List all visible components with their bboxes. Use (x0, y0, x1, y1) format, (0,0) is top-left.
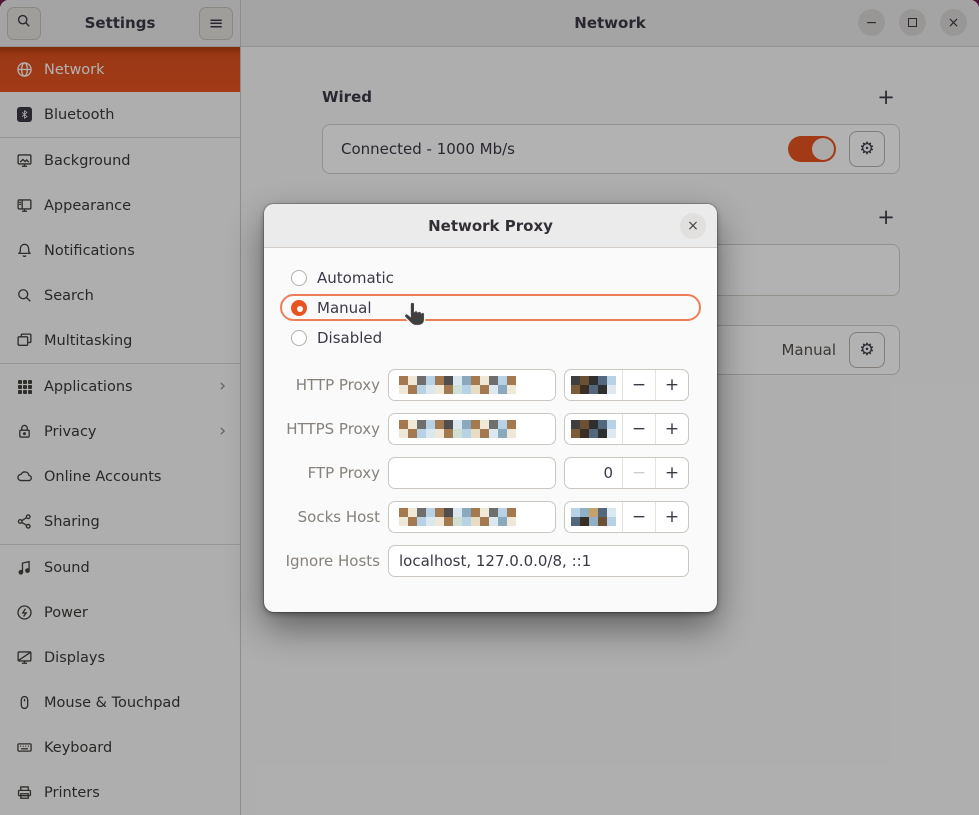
redacted-value-mosaic (399, 376, 516, 394)
http-proxy-input[interactable] (388, 369, 556, 401)
spin-minus-button[interactable]: − (623, 370, 655, 400)
redacted-value-mosaic (571, 420, 616, 438)
redacted-value-mosaic (399, 420, 516, 438)
dialog-title: Network Proxy (428, 217, 553, 235)
radio-label: Disabled (317, 329, 382, 347)
radio-label: Manual (317, 299, 372, 317)
ftp-port-value: 0 (565, 458, 622, 488)
radio-label: Automatic (317, 269, 394, 287)
redacted-value-mosaic (571, 376, 616, 394)
spin-minus-button-disabled: − (623, 458, 655, 488)
spin-plus-button[interactable]: + (656, 414, 688, 444)
network-proxy-dialog: Network Proxy × Automatic Manual Disable… (264, 204, 717, 612)
dialog-headerbar: Network Proxy × (264, 204, 717, 248)
ignore-hosts-input[interactable]: localhost, 127.0.0.0/8, ::1 (388, 545, 689, 577)
spin-plus-button[interactable]: + (656, 458, 688, 488)
https-proxy-port-spinner[interactable]: − + (564, 413, 689, 445)
settings-window: Settings ≡ Network Bluetooth (0, 0, 979, 815)
https-proxy-label: HTTPS Proxy (280, 420, 380, 438)
redacted-value-mosaic (571, 508, 616, 526)
proxy-option-disabled[interactable]: Disabled (280, 324, 701, 351)
close-icon: × (687, 218, 699, 234)
spin-plus-button[interactable]: + (656, 370, 688, 400)
socks-host-label: Socks Host (280, 508, 380, 526)
http-proxy-port-spinner[interactable]: − + (564, 369, 689, 401)
ftp-proxy-label: FTP Proxy (280, 464, 380, 482)
redacted-value-mosaic (399, 508, 516, 526)
http-proxy-label: HTTP Proxy (280, 376, 380, 394)
radio-unchecked-icon (291, 270, 307, 286)
proxy-option-automatic[interactable]: Automatic (280, 264, 701, 291)
radio-checked-icon (291, 300, 307, 316)
ignore-hosts-label: Ignore Hosts (280, 552, 380, 570)
ftp-proxy-port-spinner[interactable]: 0 − + (564, 457, 689, 489)
socks-port-spinner[interactable]: − + (564, 501, 689, 533)
ftp-proxy-input[interactable] (388, 457, 556, 489)
proxy-fields: HTTP Proxy − + HTTPS Proxy (280, 369, 701, 577)
spin-minus-button[interactable]: − (623, 414, 655, 444)
mouse-cursor-hand-icon (400, 300, 430, 336)
spin-minus-button[interactable]: − (623, 502, 655, 532)
dialog-body: Automatic Manual Disabled HTTP Proxy − (264, 248, 717, 577)
ignore-hosts-value: localhost, 127.0.0.0/8, ::1 (399, 552, 591, 570)
spin-plus-button[interactable]: + (656, 502, 688, 532)
socks-host-input[interactable] (388, 501, 556, 533)
dialog-close-button[interactable]: × (680, 213, 706, 239)
radio-unchecked-icon (291, 330, 307, 346)
https-proxy-input[interactable] (388, 413, 556, 445)
proxy-option-manual[interactable]: Manual (280, 294, 701, 321)
